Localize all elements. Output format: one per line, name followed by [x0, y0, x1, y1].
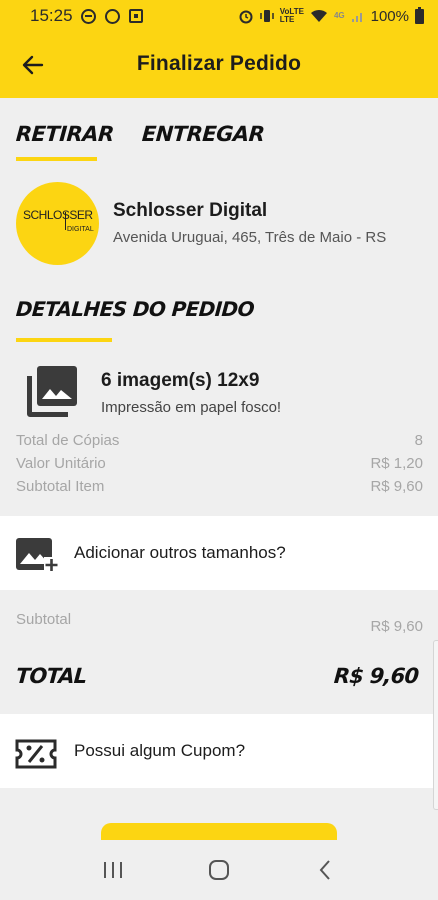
status-bar: 15:25 VoLTE LTE 4G 100%: [0, 0, 438, 32]
tab-entregar[interactable]: ENTREGAR: [141, 122, 265, 146]
vibrate-icon: [260, 10, 274, 22]
network-type-label: 4G: [333, 11, 345, 20]
detail-label: Total de Cópias: [16, 432, 120, 449]
home-icon: [209, 860, 229, 880]
alarm-icon: [239, 10, 253, 24]
add-sizes-button[interactable]: Adicionar outros tamanhos?: [0, 516, 438, 590]
home-button[interactable]: [204, 855, 234, 885]
battery-percent: 100%: [370, 7, 409, 25]
android-nav-bar: [0, 840, 438, 900]
add-sizes-label: Adicionar outros tamanhos?: [74, 543, 286, 562]
status-time: 15:25: [30, 6, 73, 25]
detail-label: Valor Unitário: [16, 455, 106, 472]
order-details-title: DETALHES DO PEDIDO: [15, 297, 255, 321]
store-address: Avenida Uruguai, 465, Três de Maio - RS: [113, 229, 387, 246]
add-photo-icon: [16, 538, 59, 572]
total-label: TOTAL: [15, 664, 88, 688]
store-name: Schlosser Digital: [113, 200, 268, 221]
detail-label: Subtotal Item: [16, 478, 105, 495]
do-not-disturb-icon: [80, 8, 96, 24]
subtotal-value: R$ 9,60: [370, 618, 423, 635]
coupon-ticket-icon: [15, 739, 57, 769]
delivery-tabs: RETIRAR ENTREGAR: [15, 122, 265, 146]
sync-off-icon: [104, 8, 120, 24]
active-tab-indicator: [16, 157, 97, 161]
detail-value: R$ 1,20: [370, 455, 423, 472]
chevron-left-icon: [319, 860, 330, 880]
detail-row: Total de Cópias 8: [16, 432, 423, 449]
back-button[interactable]: [310, 855, 340, 885]
section-underline: [16, 338, 112, 342]
coupon-label: Possui algum Cupom?: [74, 741, 246, 760]
status-system: VoLTE LTE 4G 100%: [238, 6, 424, 25]
store-logo: SCHLOSSER DIGITAL: [16, 182, 99, 265]
notification-app-icon: [128, 9, 143, 23]
status-notifications: [80, 8, 143, 24]
detail-row: Subtotal Item R$ 9,60: [16, 478, 423, 495]
item-description: Impressão em papel fosco!: [101, 399, 282, 416]
recent-apps-button[interactable]: [98, 855, 128, 885]
total-value: R$ 9,60: [332, 664, 419, 688]
detail-value: R$ 9,60: [370, 478, 423, 495]
app-header: Finalizar Pedido: [0, 32, 438, 98]
detail-row: Valor Unitário R$ 1,20: [16, 455, 423, 472]
photo-library-icon: [27, 366, 77, 417]
wifi-icon: [310, 9, 327, 22]
scrollbar[interactable]: [433, 640, 438, 810]
subtotal-label: Subtotal: [16, 611, 72, 628]
recent-apps-icon: [104, 862, 122, 878]
detail-value: 8: [414, 432, 423, 449]
item-title: 6 imagem(s) 12x9: [101, 370, 260, 391]
page-title: Finalizar Pedido: [136, 52, 302, 75]
coupon-button[interactable]: Possui algum Cupom?: [0, 714, 438, 788]
volte-indicator: VoLTE LTE: [279, 7, 304, 24]
battery-icon: [415, 6, 424, 24]
tab-retirar[interactable]: RETIRAR: [15, 122, 114, 146]
signal-icon: [351, 13, 362, 22]
